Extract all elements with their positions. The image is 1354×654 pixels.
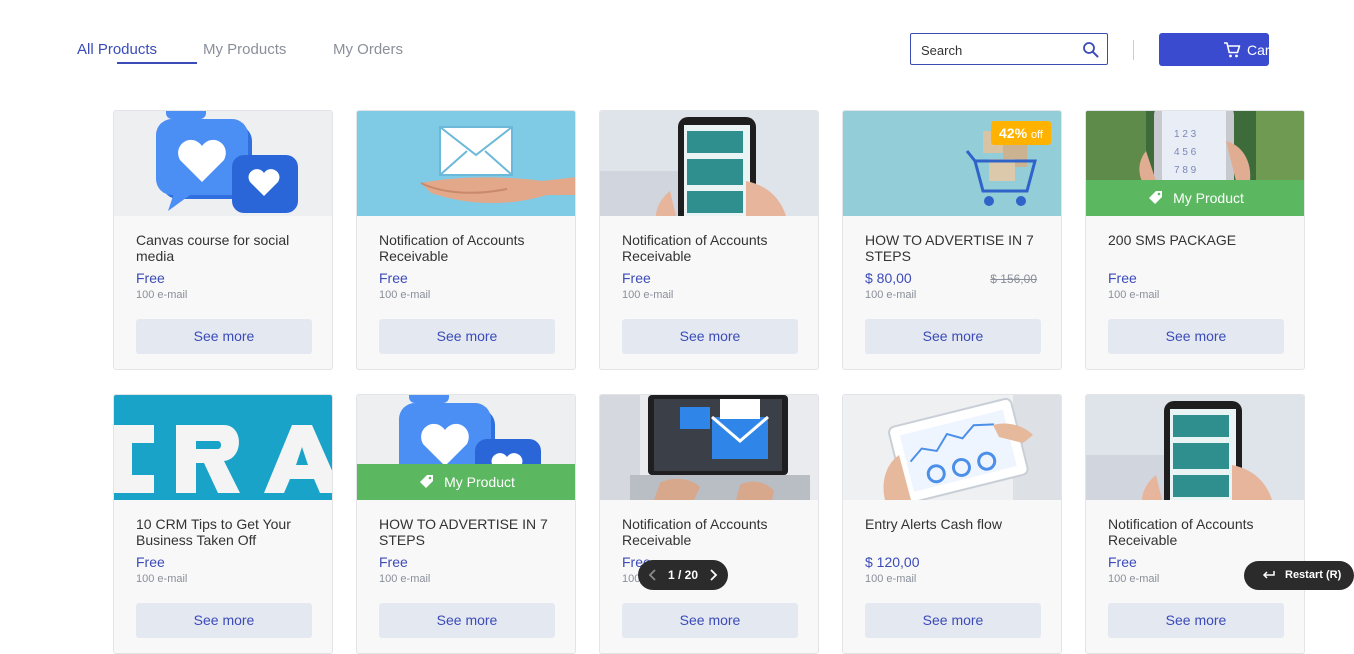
active-tab-underline [117,62,197,64]
product-unit: 100 e-mail [1108,289,1160,301]
product-image [600,395,818,500]
product-unit: 100 e-mail [379,289,431,301]
discount-badge: 42% off [991,121,1051,145]
product-price: Free [1108,270,1137,286]
discount-value: 42% [999,125,1028,141]
tab-all-products[interactable]: All Products [77,41,157,58]
product-unit: 100 e-mail [136,289,188,301]
product-unit: 100 e-mail [622,289,674,301]
product-price: Free [136,270,165,286]
product-title: Notification of Accounts Receivable [1108,516,1254,548]
tab-my-orders[interactable]: My Orders [333,41,403,58]
search-icon[interactable] [1082,41,1099,58]
product-title: Entry Alerts Cash flow [865,516,1002,532]
product-card: 42% off HOW TO ADVERTISE IN 7 STEPS $ 80… [842,110,1062,370]
search-input[interactable] [919,40,1083,60]
my-product-badge: My Product [1086,180,1304,216]
product-card: Notification of Accounts Receivable Free… [356,110,576,370]
return-arrow-icon [1262,571,1275,579]
product-image [600,111,818,216]
chevron-right-icon[interactable] [706,568,720,582]
product-card: Notification of Accounts Receivable Free… [1085,394,1305,654]
pagination-control: 1 / 20 [638,560,728,590]
product-card: Notification of Accounts Receivable Free… [599,110,819,370]
see-more-button[interactable]: See more [136,603,312,638]
see-more-button[interactable]: See more [136,319,312,354]
svg-text:7 8 9: 7 8 9 [1174,165,1197,176]
badge-label: My Product [444,474,515,490]
restart-button[interactable]: Restart (R) [1244,561,1354,590]
see-more-button[interactable]: See more [622,603,798,638]
product-card: Entry Alerts Cash flow $ 120,00 100 e-ma… [842,394,1062,654]
product-image [843,395,1061,500]
product-title: Canvas course for social media [136,232,290,264]
see-more-button[interactable]: See more [379,319,555,354]
product-title: Notification of Accounts Receivable [622,232,768,264]
product-unit: 100 e-mail [136,573,188,585]
product-price: $ 120,00 [865,554,920,570]
product-unit: 100 e-mail [1108,573,1160,585]
product-price: Free [622,270,651,286]
product-title: 200 SMS PACKAGE [1108,232,1237,248]
product-title: Notification of Accounts Receivable [622,516,768,548]
restart-label: Restart (R) [1285,569,1342,581]
product-image [114,111,332,216]
my-product-badge: My Product [357,464,575,500]
discount-label: off [1030,129,1043,141]
svg-text:4 5 6: 4 5 6 [1174,147,1197,158]
product-card: Canvas course for social media Free 100 … [113,110,333,370]
product-title: Notification of Accounts Receivable [379,232,525,264]
product-price: Free [136,554,165,570]
product-price: Free [379,270,408,286]
header-divider [1133,40,1134,60]
see-more-button[interactable]: See more [865,603,1041,638]
product-unit: 100 e-mail [379,573,431,585]
product-price: Free [1108,554,1137,570]
product-title: 10 CRM Tips to Get Your Business Taken O… [136,516,291,548]
product-image [1086,395,1304,500]
product-card: Notification of Accounts Receivable Free… [599,394,819,654]
see-more-button[interactable]: See more [622,319,798,354]
badge-label: My Product [1173,190,1244,206]
svg-text:1 2 3: 1 2 3 [1174,129,1197,140]
see-more-button[interactable]: See more [379,603,555,638]
search-box [910,33,1108,65]
product-unit: 100 e-mail [865,573,917,585]
see-more-button[interactable]: See more [865,319,1041,354]
product-price: $ 80,00 [865,270,912,286]
cart-icon [1224,42,1241,58]
tag-icon [420,475,434,488]
product-unit: 100 e-mail [865,289,917,301]
product-title: HOW TO ADVERTISE IN 7 STEPS [379,516,548,548]
product-image [357,111,575,216]
product-old-price: $ 156,00 [990,272,1037,286]
see-more-button[interactable]: See more [1108,603,1284,638]
product-price: Free [379,554,408,570]
cart-label: Car [1247,42,1269,58]
cart-button[interactable]: Car [1159,33,1269,66]
tab-my-products[interactable]: My Products [203,41,286,58]
product-title: HOW TO ADVERTISE IN 7 STEPS [865,232,1034,264]
product-card: 10 CRM Tips to Get Your Business Taken O… [113,394,333,654]
product-card: 1 2 3 4 5 6 7 8 9 My Product 200 SMS PAC… [1085,110,1305,370]
product-image [114,395,332,500]
tag-icon [1149,191,1163,204]
product-card: My Product HOW TO ADVERTISE IN 7 STEPS F… [356,394,576,654]
see-more-button[interactable]: See more [1108,319,1284,354]
